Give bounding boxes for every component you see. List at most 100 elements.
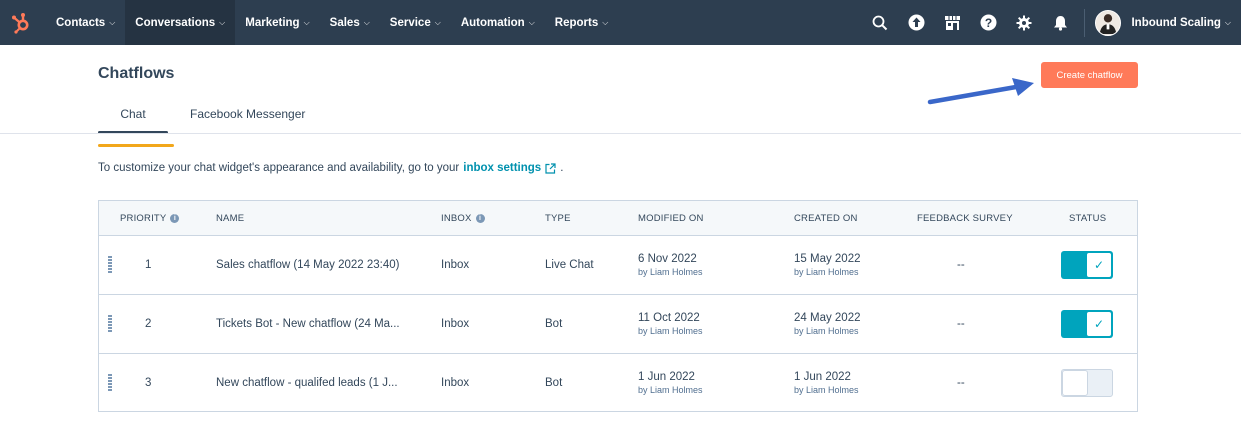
info-message: To customize your chat widget's appearan… bbox=[98, 162, 563, 174]
created-on-cell: 15 May 2022 by Liam Holmes bbox=[794, 236, 861, 294]
modified-on-cell: 6 Nov 2022 by Liam Holmes bbox=[638, 236, 703, 294]
modified-by: by Liam Holmes bbox=[638, 326, 703, 336]
info-icon[interactable]: i bbox=[170, 214, 180, 223]
chatflows-table: PRIORITY i NAME INBOX i TYPE MODIFIED ON… bbox=[98, 200, 1138, 412]
nav-item-contacts[interactable]: Contacts ⌵ bbox=[46, 0, 125, 45]
created-date: 15 May 2022 bbox=[794, 253, 861, 265]
chevron-down-icon: ⌵ bbox=[303, 17, 310, 27]
hubspot-logo-icon[interactable] bbox=[2, 0, 40, 45]
feedback-survey-cell: -- bbox=[957, 318, 965, 330]
top-navigation: Contacts ⌵ Conversations ⌵ Marketing ⌵ Sales ⌵ S… bbox=[0, 0, 1241, 45]
header-inbox[interactable]: INBOX i bbox=[441, 201, 485, 236]
chevron-down-icon: ⌵ bbox=[1224, 17, 1231, 27]
chatflow-name-link[interactable]: Tickets Bot - New chatflow (24 Ma... bbox=[216, 295, 400, 353]
modified-date: 6 Nov 2022 bbox=[638, 253, 697, 265]
header-created-on[interactable]: CREATED ON bbox=[794, 201, 858, 236]
svg-text:?: ? bbox=[985, 16, 992, 30]
tab-chat[interactable]: Chat bbox=[98, 100, 168, 134]
upgrade-icon[interactable] bbox=[898, 0, 934, 45]
created-on-cell: 1 Jun 2022 by Liam Holmes bbox=[794, 354, 859, 411]
inbox-settings-link[interactable]: inbox settings bbox=[463, 162, 556, 174]
nav-item-reports[interactable]: Reports ⌵ bbox=[545, 0, 619, 45]
drag-handle-icon[interactable] bbox=[108, 315, 112, 333]
priority-cell: 1 bbox=[145, 259, 152, 271]
header-priority-label: PRIORITY bbox=[120, 213, 167, 224]
nav-item-automation[interactable]: Automation ⌵ bbox=[451, 0, 545, 45]
annotation-arrow-icon bbox=[927, 78, 1034, 105]
info-icon[interactable]: i bbox=[475, 214, 485, 223]
nav-item-marketing[interactable]: Marketing ⌵ bbox=[235, 0, 319, 45]
nav-item-label: Marketing bbox=[245, 16, 300, 29]
check-icon: ✓ bbox=[1086, 311, 1112, 337]
status-toggle[interactable]: ✓ bbox=[1061, 251, 1113, 279]
settings-icon[interactable] bbox=[1006, 0, 1042, 45]
created-on-cell: 24 May 2022 by Liam Holmes bbox=[794, 295, 861, 353]
status-toggle[interactable]: ✓ bbox=[1061, 310, 1113, 338]
chatflow-name-link[interactable]: New chatflow - qualifed leads (1 J... bbox=[216, 354, 398, 411]
created-date: 24 May 2022 bbox=[794, 312, 861, 324]
header-inbox-label: INBOX bbox=[441, 213, 472, 224]
nav-item-label: Contacts bbox=[56, 16, 106, 29]
drag-handle-icon[interactable] bbox=[108, 374, 112, 392]
header-priority[interactable]: PRIORITY i bbox=[120, 201, 180, 236]
nav-item-label: Service bbox=[389, 16, 431, 29]
annotation-underline bbox=[98, 144, 174, 147]
table-body: 1 Sales chatflow (14 May 2022 23:40) Inbox… bbox=[99, 236, 1137, 411]
chevron-down-icon: ⌵ bbox=[109, 17, 116, 27]
info-text: To customize your chat widget's appearan… bbox=[98, 162, 460, 174]
header-modified-on[interactable]: MODIFIED ON bbox=[638, 201, 704, 236]
nav-item-label: Sales bbox=[329, 16, 360, 29]
chatflow-tabs: Chat Facebook Messenger bbox=[98, 100, 305, 134]
priority-cell: 3 bbox=[145, 376, 152, 389]
inbox-cell: Inbox bbox=[441, 376, 470, 389]
header-status: STATUS bbox=[1069, 213, 1107, 224]
toggle-knob bbox=[1062, 370, 1088, 396]
header-type[interactable]: TYPE bbox=[545, 201, 571, 236]
tab-facebook-messenger[interactable]: Facebook Messenger bbox=[190, 100, 305, 134]
nav-item-service[interactable]: Service ⌵ bbox=[380, 0, 451, 45]
notifications-icon[interactable] bbox=[1042, 0, 1078, 45]
create-chatflow-button[interactable]: Create chatflow bbox=[1041, 62, 1138, 88]
modified-by: by Liam Holmes bbox=[638, 267, 703, 277]
created-by: by Liam Holmes bbox=[794, 267, 859, 277]
nav-item-label: Conversations bbox=[135, 16, 216, 29]
external-link-icon bbox=[545, 162, 556, 174]
info-end: . bbox=[560, 162, 564, 174]
type-cell: Live Chat bbox=[545, 259, 594, 271]
avatar bbox=[1095, 9, 1122, 36]
feedback-survey-cell: -- bbox=[957, 259, 965, 271]
header-feedback-survey: FEEDBACK SURVEY bbox=[917, 213, 1013, 224]
drag-handle-icon[interactable] bbox=[108, 256, 112, 274]
created-date: 1 Jun 2022 bbox=[794, 370, 851, 383]
tabs-divider bbox=[0, 133, 1241, 134]
account-menu[interactable]: Inbound Scaling ⌵ bbox=[1095, 0, 1241, 45]
type-cell: Bot bbox=[545, 318, 563, 330]
modified-on-cell: 11 Oct 2022 by Liam Holmes bbox=[638, 295, 703, 353]
modified-on-cell: 1 Jun 2022 by Liam Holmes bbox=[638, 354, 703, 411]
nav-item-conversations[interactable]: Conversations ⌵ bbox=[125, 0, 236, 45]
marketplace-icon[interactable] bbox=[934, 0, 970, 45]
table-row[interactable]: 3 New chatflow - qualifed leads (1 J... In… bbox=[99, 354, 1137, 411]
check-icon: ✓ bbox=[1086, 252, 1112, 278]
status-toggle[interactable] bbox=[1061, 369, 1113, 397]
help-icon[interactable]: ? bbox=[970, 0, 1006, 45]
table-row[interactable]: 2 Tickets Bot - New chatflow (24 Ma... Inb… bbox=[99, 295, 1137, 354]
table-header: PRIORITY i NAME INBOX i TYPE MODIFIED ON… bbox=[99, 201, 1137, 236]
nav-item-label: Reports bbox=[554, 16, 599, 29]
inbox-cell: Inbox bbox=[441, 259, 470, 271]
account-name: Inbound Scaling bbox=[1131, 16, 1221, 29]
created-by: by Liam Holmes bbox=[794, 384, 859, 395]
inbox-settings-link-label: inbox settings bbox=[463, 162, 542, 174]
header-name[interactable]: NAME bbox=[216, 201, 244, 236]
chevron-down-icon: ⌵ bbox=[602, 17, 609, 27]
nav-item-sales[interactable]: Sales ⌵ bbox=[320, 0, 380, 45]
created-by: by Liam Holmes bbox=[794, 326, 859, 336]
nav-utilities: ? Inbound Scaling ⌵ bbox=[862, 0, 1241, 45]
chatflow-name-link[interactable]: Sales chatflow (14 May 2022 23:40) bbox=[216, 236, 399, 294]
search-icon[interactable] bbox=[862, 0, 898, 45]
chevron-down-icon: ⌵ bbox=[528, 17, 535, 27]
chevron-down-icon: ⌵ bbox=[434, 17, 441, 27]
chevron-down-icon: ⌵ bbox=[363, 17, 370, 27]
modified-by: by Liam Holmes bbox=[638, 384, 703, 395]
table-row[interactable]: 1 Sales chatflow (14 May 2022 23:40) Inbox… bbox=[99, 236, 1137, 295]
